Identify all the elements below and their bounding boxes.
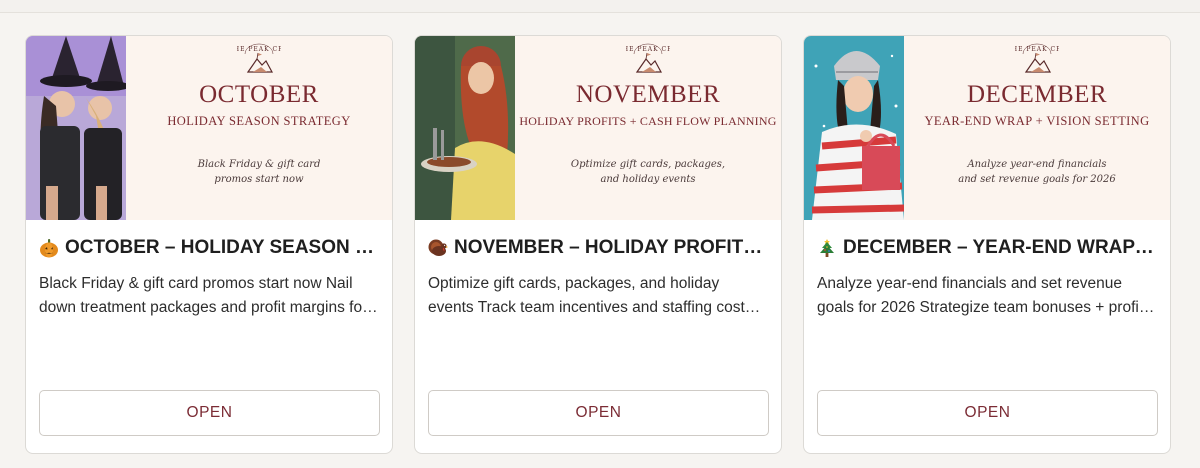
svg-text:THE PEAK CFO: THE PEAK CFO: [1015, 46, 1059, 53]
peak-cfo-logo: THE PEAK CFO: [1015, 43, 1059, 73]
banner-month: NOVEMBER: [575, 81, 721, 108]
course-card-november[interactable]: THE PEAK CFO NOVEMBER HOLIDAY PROFITS + …: [414, 35, 782, 454]
open-button[interactable]: OPEN: [817, 390, 1158, 436]
banner-text-panel: THE PEAK CFO OCTOBER HOLIDAY SEASON STRA…: [126, 36, 392, 220]
banner-month: OCTOBER: [199, 81, 319, 108]
banner-photo-shopping: [804, 36, 904, 220]
banner-tagline-line-2: and holiday events: [600, 174, 696, 185]
card-title-text: OCTOBER – HOLIDAY SEASON STRATEGY: [65, 237, 380, 258]
banner-tagline-line-2: and set revenue goals for 2026: [958, 174, 1116, 185]
card-banner: THE PEAK CFO DECEMBER YEAR-END WRAP + VI…: [804, 36, 1170, 220]
peak-cfo-logo: THE PEAK CFO: [626, 43, 670, 73]
banner-tagline-line-1: Optimize gift cards, packages,: [570, 159, 726, 170]
svg-text:THE PEAK CFO: THE PEAK CFO: [237, 46, 281, 53]
card-title[interactable]: DECEMBER – YEAR-END WRAP + VISION SETTIN…: [817, 237, 1158, 259]
card-title[interactable]: OCTOBER – HOLIDAY SEASON STRATEGY: [39, 237, 380, 259]
card-description: Optimize gift cards, packages, and holid…: [428, 275, 753, 316]
course-card-grid: THE PEAK CFO OCTOBER HOLIDAY SEASON STRA…: [25, 35, 1171, 454]
card-description: Black Friday & gift card promos start no…: [39, 275, 368, 316]
open-button[interactable]: OPEN: [428, 390, 769, 436]
pumpkin-icon: [40, 239, 58, 258]
banner-text-panel: THE PEAK CFO NOVEMBER HOLIDAY PROFITS + …: [515, 36, 781, 220]
card-title-text: NOVEMBER – HOLIDAY PROFITS + CASH FLOW P…: [454, 237, 769, 258]
banner-tagline: Black Friday & gift card promos start no…: [156, 157, 362, 187]
card-title[interactable]: NOVEMBER – HOLIDAY PROFITS + CASH FLOW P…: [428, 237, 769, 259]
course-card-october[interactable]: THE PEAK CFO OCTOBER HOLIDAY SEASON STRA…: [25, 35, 393, 454]
open-button[interactable]: OPEN: [39, 390, 380, 436]
banner-tagline: Optimize gift cards, packages, and holid…: [545, 157, 751, 187]
banner-tagline-line-2: promos start now: [214, 174, 304, 185]
turkey-icon: [428, 239, 448, 256]
top-divider: [0, 0, 1200, 13]
banner-month: DECEMBER: [966, 81, 1108, 108]
card-description: Analyze year-end financials and set reve…: [817, 275, 1144, 316]
banner-subtitle: YEAR-END WRAP + VISION SETTING: [924, 114, 1150, 128]
card-banner: THE PEAK CFO OCTOBER HOLIDAY SEASON STRA…: [26, 36, 392, 220]
banner-tagline-line-1: Black Friday & gift card: [197, 159, 321, 170]
banner-subtitle: HOLIDAY SEASON STRATEGY: [167, 114, 351, 128]
course-card-december[interactable]: THE PEAK CFO DECEMBER YEAR-END WRAP + VI…: [803, 35, 1171, 454]
banner-photo-holiday-meal: [415, 36, 515, 220]
christmas-tree-icon: [820, 239, 834, 257]
svg-text:THE PEAK CFO: THE PEAK CFO: [626, 46, 670, 53]
card-title-text: DECEMBER – YEAR-END WRAP + VISION SETTIN…: [843, 237, 1158, 258]
card-banner: THE PEAK CFO NOVEMBER HOLIDAY PROFITS + …: [415, 36, 781, 220]
peak-cfo-logo: THE PEAK CFO: [237, 43, 281, 73]
banner-subtitle: HOLIDAY PROFITS + CASH FLOW PLANNING: [519, 114, 777, 128]
banner-tagline: Analyze year-end financials and set reve…: [934, 157, 1140, 187]
banner-tagline-line-1: Analyze year-end financials: [967, 159, 1107, 170]
banner-text-panel: THE PEAK CFO DECEMBER YEAR-END WRAP + VI…: [904, 36, 1170, 220]
banner-photo-witches: [26, 36, 126, 220]
